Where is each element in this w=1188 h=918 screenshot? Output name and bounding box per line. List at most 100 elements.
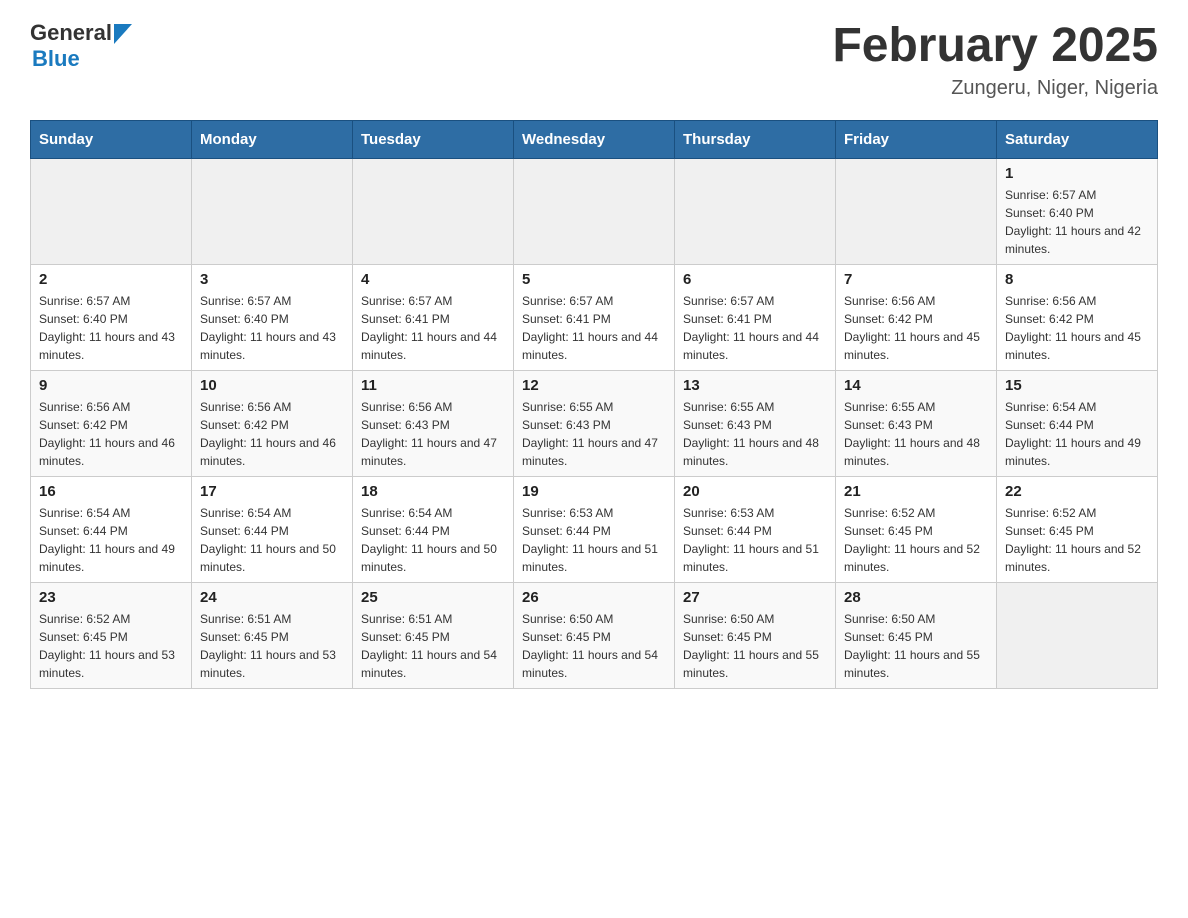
day-info: Sunrise: 6:57 AMSunset: 6:40 PMDaylight:…: [200, 292, 344, 364]
calendar-cell: [675, 158, 836, 264]
day-number: 12: [522, 377, 666, 394]
calendar-table: SundayMondayTuesdayWednesdayThursdayFrid…: [30, 120, 1158, 689]
day-header-thursday: Thursday: [675, 120, 836, 158]
week-row-1: 1 Sunrise: 6:57 AMSunset: 6:40 PMDaylight…: [31, 158, 1158, 264]
logo: General Blue: [30, 20, 132, 72]
calendar-cell: 18Sunrise: 6:54 AMSunset: 6:44 PMDayligh…: [353, 476, 514, 582]
day-info: Sunrise: 6:57 AMSunset: 6:40 PMDaylight:…: [39, 292, 183, 364]
calendar-cell: 19 Sunrise: 6:53 AMSunset: 6:44 PMDayligh…: [514, 476, 675, 582]
day-info: Sunrise: 6:55 AMSunset: 6:43 PMDaylight:…: [683, 398, 827, 470]
day-number: 20: [683, 483, 827, 500]
calendar-cell: 21Sunrise: 6:52 AMSunset: 6:45 PMDayligh…: [836, 476, 997, 582]
day-header-sunday: Sunday: [31, 120, 192, 158]
calendar-header: SundayMondayTuesdayWednesdayThursdayFrid…: [31, 120, 1158, 158]
day-number: 10: [200, 377, 344, 394]
day-number: 23: [39, 589, 183, 606]
day-number: 4: [361, 271, 505, 288]
day-header-saturday: Saturday: [997, 120, 1158, 158]
location-text: Zungeru, Niger, Nigeria: [832, 77, 1158, 100]
day-info: Sunrise: 6:56 AMSunset: 6:42 PMDaylight:…: [39, 398, 183, 470]
calendar-cell: 5 Sunrise: 6:57 AMSunset: 6:41 PMDaylight…: [514, 264, 675, 370]
week-row-2: 2 Sunrise: 6:57 AMSunset: 6:40 PMDaylight…: [31, 264, 1158, 370]
day-info: Sunrise: 6:56 AMSunset: 6:42 PMDaylight:…: [844, 292, 988, 364]
calendar-cell: 9 Sunrise: 6:56 AMSunset: 6:42 PMDaylight…: [31, 370, 192, 476]
day-number: 14: [844, 377, 988, 394]
day-info: Sunrise: 6:52 AMSunset: 6:45 PMDaylight:…: [1005, 504, 1149, 576]
day-info: Sunrise: 6:54 AMSunset: 6:44 PMDaylight:…: [39, 504, 183, 576]
day-info: Sunrise: 6:57 AMSunset: 6:41 PMDaylight:…: [361, 292, 505, 364]
day-number: 25: [361, 589, 505, 606]
week-row-5: 23Sunrise: 6:52 AMSunset: 6:45 PMDayligh…: [31, 582, 1158, 688]
day-header-tuesday: Tuesday: [353, 120, 514, 158]
day-number: 5: [522, 271, 666, 288]
day-number: 6: [683, 271, 827, 288]
calendar-cell: [514, 158, 675, 264]
day-number: 16: [39, 483, 183, 500]
calendar-cell: [997, 582, 1158, 688]
day-info: Sunrise: 6:50 AMSunset: 6:45 PMDaylight:…: [844, 610, 988, 682]
calendar-cell: 16 Sunrise: 6:54 AMSunset: 6:44 PMDayligh…: [31, 476, 192, 582]
calendar-cell: [31, 158, 192, 264]
calendar-cell: 20 Sunrise: 6:53 AMSunset: 6:44 PMDayligh…: [675, 476, 836, 582]
day-number: 17: [200, 483, 344, 500]
day-number: 7: [844, 271, 988, 288]
calendar-cell: 2 Sunrise: 6:57 AMSunset: 6:40 PMDaylight…: [31, 264, 192, 370]
day-info: Sunrise: 6:56 AMSunset: 6:43 PMDaylight:…: [361, 398, 505, 470]
month-title: February 2025: [832, 20, 1158, 73]
day-header-wednesday: Wednesday: [514, 120, 675, 158]
day-info: Sunrise: 6:57 AMSunset: 6:40 PMDaylight:…: [1005, 186, 1149, 258]
title-section: February 2025 Zungeru, Niger, Nigeria: [832, 20, 1158, 100]
calendar-cell: [192, 158, 353, 264]
day-number: 15: [1005, 377, 1149, 394]
day-info: Sunrise: 6:50 AMSunset: 6:45 PMDaylight:…: [683, 610, 827, 682]
calendar-cell: 17Sunrise: 6:54 AMSunset: 6:44 PMDayligh…: [192, 476, 353, 582]
calendar-cell: 6 Sunrise: 6:57 AMSunset: 6:41 PMDaylight…: [675, 264, 836, 370]
day-header-friday: Friday: [836, 120, 997, 158]
calendar-body: 1 Sunrise: 6:57 AMSunset: 6:40 PMDaylight…: [31, 158, 1158, 688]
day-info: Sunrise: 6:54 AMSunset: 6:44 PMDaylight:…: [1005, 398, 1149, 470]
day-info: Sunrise: 6:53 AMSunset: 6:44 PMDaylight:…: [522, 504, 666, 576]
day-info: Sunrise: 6:53 AMSunset: 6:44 PMDaylight:…: [683, 504, 827, 576]
day-header-monday: Monday: [192, 120, 353, 158]
calendar-cell: 14Sunrise: 6:55 AMSunset: 6:43 PMDayligh…: [836, 370, 997, 476]
calendar-cell: 10 Sunrise: 6:56 AMSunset: 6:42 PMDayligh…: [192, 370, 353, 476]
calendar-cell: 27 Sunrise: 6:50 AMSunset: 6:45 PMDayligh…: [675, 582, 836, 688]
day-number: 21: [844, 483, 988, 500]
logo-general-text: General: [30, 20, 112, 46]
day-number: 22: [1005, 483, 1149, 500]
day-info: Sunrise: 6:51 AMSunset: 6:45 PMDaylight:…: [200, 610, 344, 682]
day-info: Sunrise: 6:57 AMSunset: 6:41 PMDaylight:…: [522, 292, 666, 364]
day-info: Sunrise: 6:54 AMSunset: 6:44 PMDaylight:…: [361, 504, 505, 576]
day-number: 27: [683, 589, 827, 606]
day-number: 26: [522, 589, 666, 606]
day-info: Sunrise: 6:51 AMSunset: 6:45 PMDaylight:…: [361, 610, 505, 682]
day-info: Sunrise: 6:57 AMSunset: 6:41 PMDaylight:…: [683, 292, 827, 364]
calendar-cell: 8 Sunrise: 6:56 AMSunset: 6:42 PMDaylight…: [997, 264, 1158, 370]
calendar-cell: 1 Sunrise: 6:57 AMSunset: 6:40 PMDaylight…: [997, 158, 1158, 264]
day-number: 28: [844, 589, 988, 606]
logo-blue-text: Blue: [32, 46, 80, 71]
page-header: General Blue February 2025 Zungeru, Nige…: [30, 20, 1158, 100]
day-info: Sunrise: 6:50 AMSunset: 6:45 PMDaylight:…: [522, 610, 666, 682]
calendar-cell: 24Sunrise: 6:51 AMSunset: 6:45 PMDayligh…: [192, 582, 353, 688]
day-number: 3: [200, 271, 344, 288]
calendar-cell: 22 Sunrise: 6:52 AMSunset: 6:45 PMDayligh…: [997, 476, 1158, 582]
calendar-cell: [836, 158, 997, 264]
day-info: Sunrise: 6:56 AMSunset: 6:42 PMDaylight:…: [200, 398, 344, 470]
day-number: 1: [1005, 165, 1149, 182]
day-number: 2: [39, 271, 183, 288]
calendar-cell: 23Sunrise: 6:52 AMSunset: 6:45 PMDayligh…: [31, 582, 192, 688]
day-number: 19: [522, 483, 666, 500]
calendar-cell: [353, 158, 514, 264]
day-number: 11: [361, 377, 505, 394]
day-number: 8: [1005, 271, 1149, 288]
calendar-cell: 26 Sunrise: 6:50 AMSunset: 6:45 PMDayligh…: [514, 582, 675, 688]
calendar-cell: 4 Sunrise: 6:57 AMSunset: 6:41 PMDaylight…: [353, 264, 514, 370]
day-number: 9: [39, 377, 183, 394]
calendar-cell: 12 Sunrise: 6:55 AMSunset: 6:43 PMDayligh…: [514, 370, 675, 476]
day-info: Sunrise: 6:56 AMSunset: 6:42 PMDaylight:…: [1005, 292, 1149, 364]
week-row-4: 16 Sunrise: 6:54 AMSunset: 6:44 PMDayligh…: [31, 476, 1158, 582]
day-info: Sunrise: 6:55 AMSunset: 6:43 PMDaylight:…: [522, 398, 666, 470]
calendar-cell: 28 Sunrise: 6:50 AMSunset: 6:45 PMDayligh…: [836, 582, 997, 688]
calendar-cell: 15 Sunrise: 6:54 AMSunset: 6:44 PMDayligh…: [997, 370, 1158, 476]
